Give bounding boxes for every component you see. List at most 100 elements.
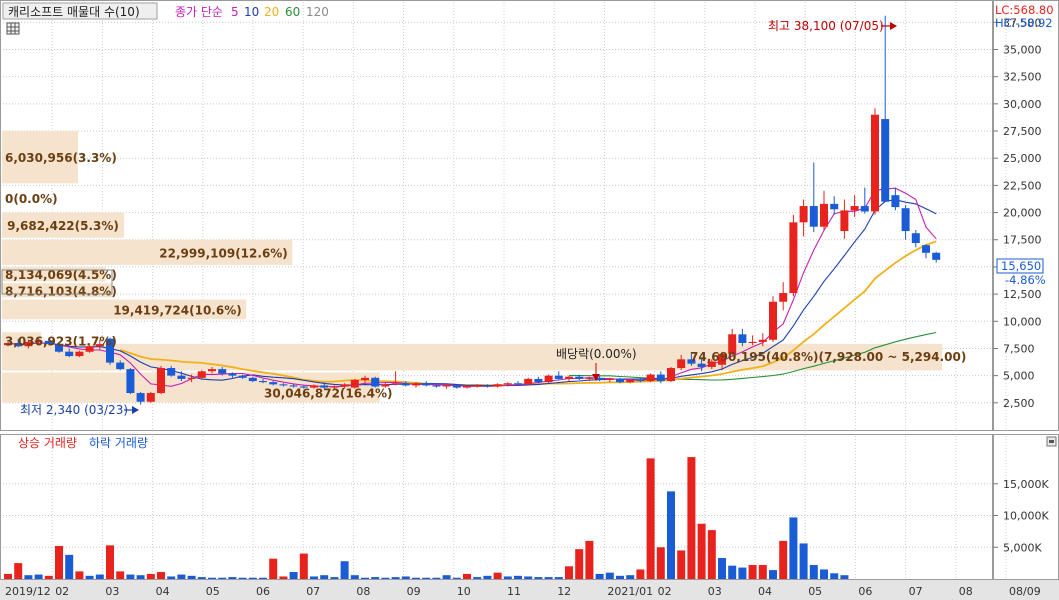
volume-bar <box>758 565 767 579</box>
volume-bar <box>34 574 43 579</box>
volume-bar <box>197 577 206 579</box>
candle-body <box>146 393 155 402</box>
volume-bar <box>371 577 380 579</box>
date-tick-label: 05 <box>206 585 220 598</box>
price-tick-label: 17,500 <box>1003 234 1042 247</box>
date-tick-label: 06 <box>858 585 872 598</box>
candle-body <box>248 377 257 382</box>
volume-bar <box>493 572 502 579</box>
volume-bar <box>65 554 74 579</box>
volume-bar <box>616 575 624 579</box>
volume-bar <box>279 576 288 579</box>
candle-body <box>881 119 890 202</box>
low-annotation: 최저 2,340 (03/23) <box>20 403 128 417</box>
grid-icon[interactable] <box>6 22 20 35</box>
volume-bar <box>503 576 512 579</box>
volume-bar <box>452 577 461 579</box>
volume-bar <box>208 577 216 579</box>
volume-profile-label: 6,030,956(3.3%) <box>5 151 117 165</box>
price-tick-label: 25,000 <box>1003 152 1042 165</box>
candle-body <box>228 373 237 376</box>
volume-bar <box>442 575 451 579</box>
volume-bar <box>565 566 573 579</box>
volume-bar <box>340 561 349 579</box>
candle-body <box>748 341 757 344</box>
volume-legend-down: 하락 거래량 <box>89 436 148 450</box>
volume-bar <box>575 549 584 579</box>
volume-bar <box>259 577 267 579</box>
volume-bar <box>299 553 308 579</box>
volume-bar <box>473 577 482 579</box>
candle-body <box>626 379 635 383</box>
candle-body <box>616 378 624 383</box>
candle-body <box>911 233 920 244</box>
candle-body <box>871 114 879 212</box>
high-annotation: 최고 38,100 (07/05) <box>768 19 884 33</box>
chart-title[interactable]: 캐리소프트 매물대 수(10) <box>8 5 140 19</box>
candle-body <box>514 383 522 385</box>
candle-body <box>544 375 553 383</box>
candle-body <box>463 386 471 388</box>
candle-body <box>697 363 706 367</box>
candle-body <box>75 351 84 357</box>
candle-body <box>922 245 930 253</box>
volume-profile-label: 22,999,109(12.6%) <box>159 246 288 260</box>
volume-bar <box>401 576 410 579</box>
volume-bar <box>524 576 533 579</box>
hc-label: HC:-58.92 <box>995 16 1053 30</box>
volume-profile-label: 3,036,923(1.7%) <box>5 334 117 348</box>
volume-bar <box>269 558 278 579</box>
volume-bar <box>769 570 777 579</box>
volume-bar <box>830 573 839 579</box>
candle-body <box>901 208 910 232</box>
candle-body <box>412 383 420 386</box>
volume-bar <box>95 574 104 579</box>
volume-bar <box>187 575 196 579</box>
volume-bar <box>514 575 522 579</box>
candle-body <box>799 206 808 223</box>
volume-bar <box>126 574 135 579</box>
candle-body <box>157 368 165 394</box>
volume-bar <box>605 572 614 579</box>
volume-bar <box>585 540 594 579</box>
volume-profile-label: 74,690,195(40.8%)(7,928.00 ~ 5,294.00) <box>690 350 966 364</box>
volume-bar <box>157 572 165 579</box>
volume-bar <box>483 575 492 579</box>
candle-body <box>779 293 788 302</box>
candle-body <box>840 210 849 232</box>
candle-body <box>656 374 665 382</box>
price-tick-label: 20,000 <box>1003 207 1042 220</box>
date-tick-label: 10 <box>457 585 471 598</box>
volume-bar <box>748 565 757 579</box>
candle-body <box>565 376 573 379</box>
candle-body <box>187 377 196 379</box>
candle-body <box>218 369 227 374</box>
candle-body <box>126 369 135 394</box>
volume-tick-label: 10,000K <box>1003 510 1049 523</box>
volume-profile-label: 30,046,872(16.4%) <box>264 387 393 401</box>
ma-period-5: 5 <box>231 5 239 19</box>
candle-body <box>483 385 492 387</box>
volume-bar <box>44 575 53 579</box>
volume-bar <box>626 575 635 579</box>
volume-bar <box>106 545 114 579</box>
volume-bar <box>116 571 125 579</box>
candle-body <box>646 374 655 382</box>
candle-body <box>279 384 288 386</box>
date-tick-label: 04 <box>758 585 772 598</box>
volume-bar <box>330 577 339 579</box>
volume-bar <box>463 573 471 579</box>
candle-body <box>850 206 859 211</box>
candle-body <box>575 376 584 379</box>
candle-body <box>667 368 675 382</box>
ma-period-120: 120 <box>306 5 329 19</box>
price-tick-label: 35,000 <box>1003 43 1042 56</box>
candle-body <box>269 382 278 385</box>
volume-tick-label: 15,000K <box>1003 478 1049 491</box>
volume-axis <box>993 434 1059 580</box>
volume-bar <box>24 575 33 579</box>
volume-bar <box>728 565 737 579</box>
candle-body <box>830 203 839 210</box>
collapse-icon[interactable] <box>1046 436 1057 447</box>
price-tick-label: 7,500 <box>1003 342 1035 355</box>
